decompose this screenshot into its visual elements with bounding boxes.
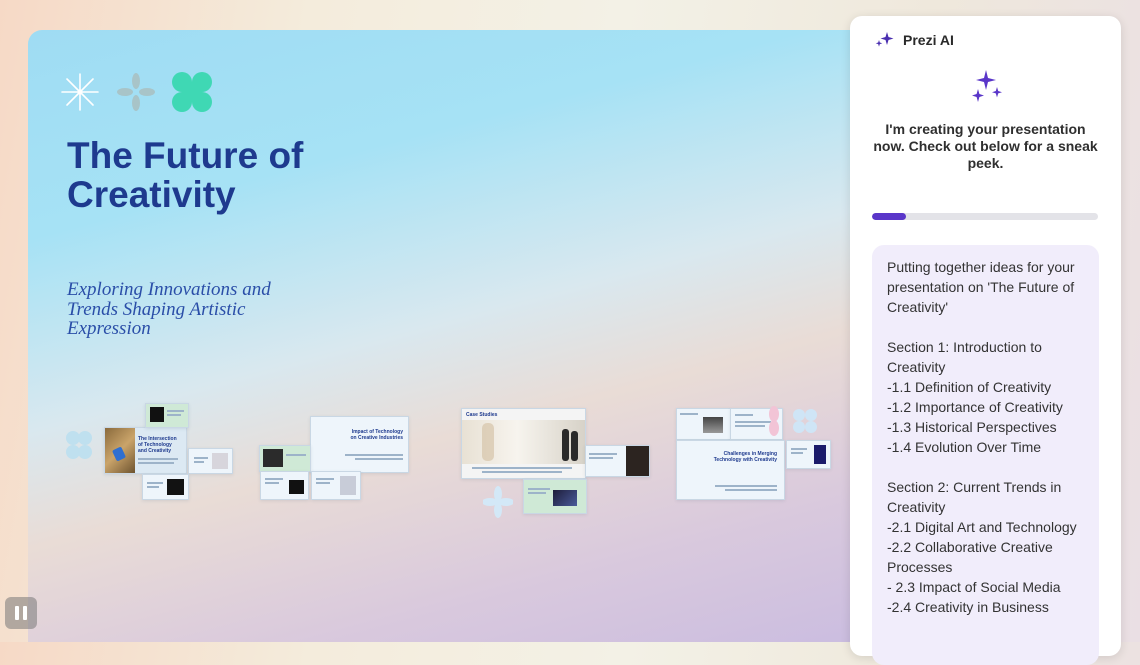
panel-header: Prezi AI <box>875 31 954 49</box>
slide-thumbnail[interactable]: Challenges in Merging Technology with Cr… <box>676 440 785 500</box>
slide-thumbnail-title: The Intersection of Technology and Creat… <box>138 436 177 454</box>
slide-thumbnail[interactable] <box>585 445 650 477</box>
pause-icon <box>15 606 19 620</box>
outline-line <box>887 317 1092 337</box>
outline-text: Putting together ideas for your presenta… <box>887 257 1092 617</box>
outline-line <box>887 457 1092 477</box>
panel-title: Prezi AI <box>903 32 954 48</box>
outline-line: Section 2: Current Trends in Creativity <box>887 479 1062 515</box>
slide-thumbnail[interactable] <box>259 445 311 472</box>
outline-line: -2.1 Digital Art and Technology <box>887 519 1077 535</box>
clover-thumb-icon <box>66 431 92 459</box>
outline-line: -1.2 Importance of Creativity <box>887 399 1063 415</box>
outline-line: -1.1 Definition of Creativity <box>887 379 1052 395</box>
prezi-ai-panel: Prezi AI I'm creating your presentation … <box>850 16 1121 665</box>
slide-thumbnail[interactable] <box>676 408 731 440</box>
outline-line: -1.4 Evolution Over Time <box>887 439 1042 455</box>
bloom-icon <box>769 406 779 436</box>
slide-thumbnail-title: Challenges in Merging Technology with Cr… <box>713 451 777 463</box>
slide-thumbnail[interactable] <box>188 448 233 474</box>
outline-line: -2.4 Creativity in Business <box>887 599 1049 615</box>
presentation-canvas[interactable]: The Future of Creativity Exploring Innov… <box>28 30 868 642</box>
clover-icon <box>172 72 212 112</box>
status-message: I'm creating your presentation now. Chec… <box>873 121 1098 171</box>
clover-small-icon <box>793 409 817 433</box>
sparkle-icon <box>875 32 894 47</box>
presentation-subtitle: Exploring Innovations and Trends Shaping… <box>67 279 271 339</box>
slide-thumbnail[interactable] <box>311 471 361 500</box>
slide-thumbnail-title: Case Studies <box>466 412 498 418</box>
slide-thumbnail[interactable]: Case Studies <box>461 408 586 479</box>
presentation-title: The Future of Creativity <box>67 135 304 215</box>
slide-thumbnail[interactable] <box>145 403 189 428</box>
outline-line: -2.2 Collaborative Creative Processes <box>887 539 1053 575</box>
slide-thumbnail[interactable]: Impact of Technology on Creative Industr… <box>310 416 409 473</box>
starburst-icon <box>61 73 99 111</box>
slide-thumbnail[interactable] <box>786 440 831 469</box>
outline-line: -1.3 Historical Perspectives <box>887 419 1057 435</box>
plus-star-icon <box>483 486 513 518</box>
sparkle-large-icon <box>972 70 1002 102</box>
slide-thumbnail-title: Impact of Technology on Creative Industr… <box>350 429 403 441</box>
slide-thumbnail[interactable] <box>523 479 587 514</box>
slide-thumbnail[interactable] <box>142 474 189 500</box>
outline-line: Putting together ideas for your presenta… <box>887 259 1075 315</box>
slide-thumbnail[interactable]: The Intersection of Technology and Creat… <box>104 427 187 474</box>
slide-thumbnail[interactable] <box>260 471 309 500</box>
progress-fill <box>872 213 906 220</box>
outline-line: Section 1: Introduction to Creativity <box>887 339 1042 375</box>
petal-flower-icon <box>117 73 155 111</box>
outline-preview[interactable]: Putting together ideas for your presenta… <box>872 245 1099 665</box>
pause-button[interactable] <box>5 597 37 629</box>
outline-line: - 2.3 Impact of Social Media <box>887 579 1061 595</box>
progress-bar <box>872 213 1098 220</box>
